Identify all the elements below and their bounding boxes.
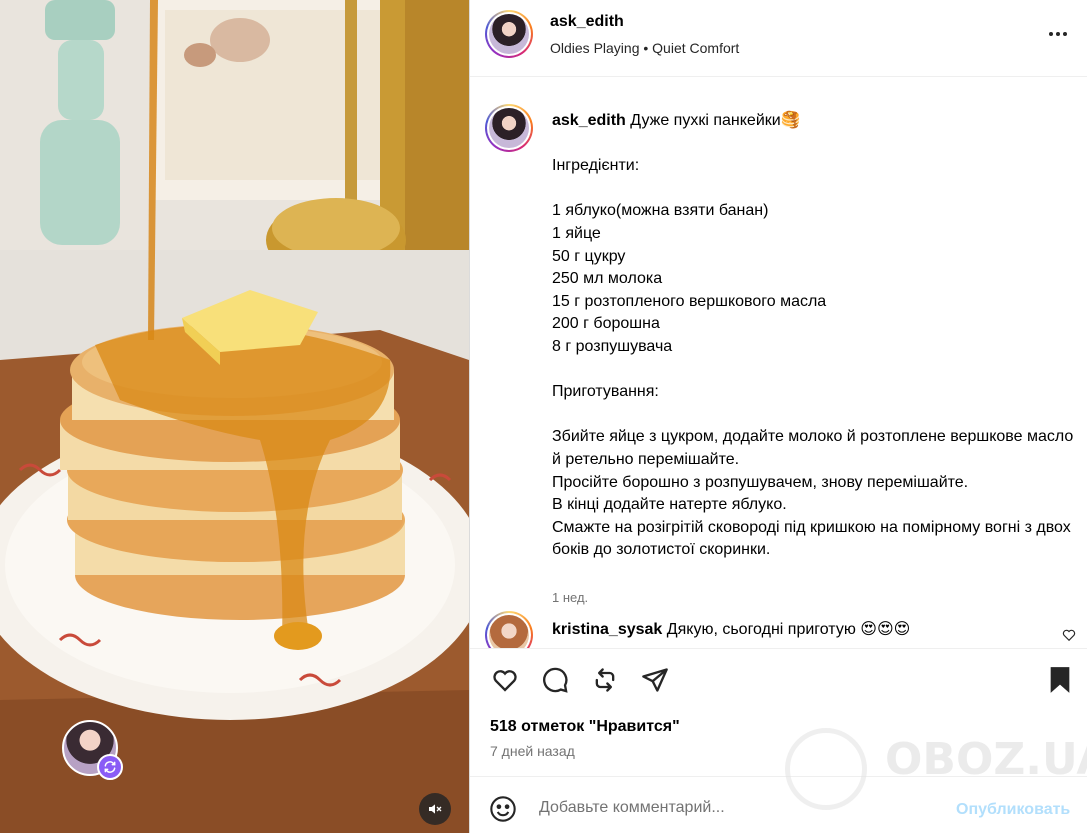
caption-line: 15 г розтопленого вершкового масла (552, 292, 827, 310)
caption-avatar[interactable] (485, 104, 533, 152)
comment-input[interactable] (539, 799, 929, 817)
caption-line: 50 г цукру (552, 247, 626, 265)
more-options-icon[interactable] (1044, 22, 1072, 50)
author-username[interactable]: ask_edith (550, 13, 624, 31)
post-media[interactable] (0, 0, 469, 833)
comment-item: kristina_sysak Дякую, сьогодні приготую … (470, 608, 1087, 648)
audio-subtitle[interactable]: Oldies Playing • Quiet Comfort (550, 40, 739, 56)
caption-username[interactable]: ask_edith (552, 112, 626, 129)
caption-lines: Інгредієнти: 1 яблуко(можна взяти банан)… (552, 133, 1082, 562)
comment-body: Дякую, сьогодні приготую 😍😍😍 (666, 621, 911, 638)
commenter-avatar[interactable] (485, 611, 533, 648)
watermark-text: OBOZ.UA (885, 734, 1087, 785)
post-header: ask_edith Oldies Playing • Quiet Comfort (470, 0, 1087, 77)
caption-line: 8 г розпушувача (552, 337, 673, 355)
caption-line (552, 178, 1082, 201)
save-icon[interactable] (1044, 664, 1076, 696)
comment-text: kristina_sysak Дякую, сьогодні приготую … (552, 619, 910, 639)
author-avatar[interactable] (485, 10, 533, 58)
caption-line: Збийте яйце з цукром, додайте молоко й р… (552, 428, 1078, 468)
caption-line (552, 404, 1082, 427)
like-icon[interactable] (489, 664, 521, 696)
caption-line: 1 яблуко(можна взяти банан) (552, 202, 769, 220)
caption-line: Смажте на розігрітій сковороді під кришк… (552, 518, 1076, 559)
caption-line (552, 359, 1082, 382)
caption-line: Просійте борошно з розпушувачем, знову п… (552, 473, 969, 491)
caption-line: Приготування: (552, 383, 659, 401)
comment-like-icon[interactable] (1062, 628, 1076, 647)
repost-action-icon[interactable] (589, 664, 621, 696)
commenter-username[interactable]: kristina_sysak (552, 621, 662, 638)
caption-line: 250 мл молока (552, 270, 663, 288)
post-date[interactable]: 7 дней назад (490, 743, 575, 759)
watermark-logo (785, 728, 867, 810)
post-comment-button[interactable]: Опубликовать (956, 801, 1070, 819)
caption-title: Дуже пухкі панкейки🥞 (630, 112, 801, 129)
comment-icon[interactable] (539, 664, 571, 696)
caption-text: ask_edith Дуже пухкі панкейки🥞 Інгредієн… (552, 110, 1082, 562)
post-sidebar: ask_edith Oldies Playing • Quiet Comfort… (469, 0, 1087, 833)
emoji-icon[interactable] (489, 795, 517, 828)
caption-line: Інгредієнти: (552, 157, 640, 175)
comments-area[interactable]: ask_edith Дуже пухкі панкейки🥞 Інгредієн… (470, 78, 1087, 648)
caption-line (552, 133, 1082, 156)
caption-timestamp[interactable]: 1 нед. (552, 590, 588, 605)
pancakes-photo (0, 0, 469, 833)
share-icon[interactable] (639, 664, 671, 696)
likes-count[interactable]: 518 отметок "Нравится" (490, 718, 680, 736)
audio-muted-icon[interactable] (419, 793, 451, 825)
caption-line: В кінці додайте натерте яблуко. (552, 496, 787, 514)
caption-line: 1 яйце (552, 224, 601, 242)
caption-line: 200 г борошна (552, 315, 660, 333)
repost-icon[interactable] (97, 754, 123, 780)
